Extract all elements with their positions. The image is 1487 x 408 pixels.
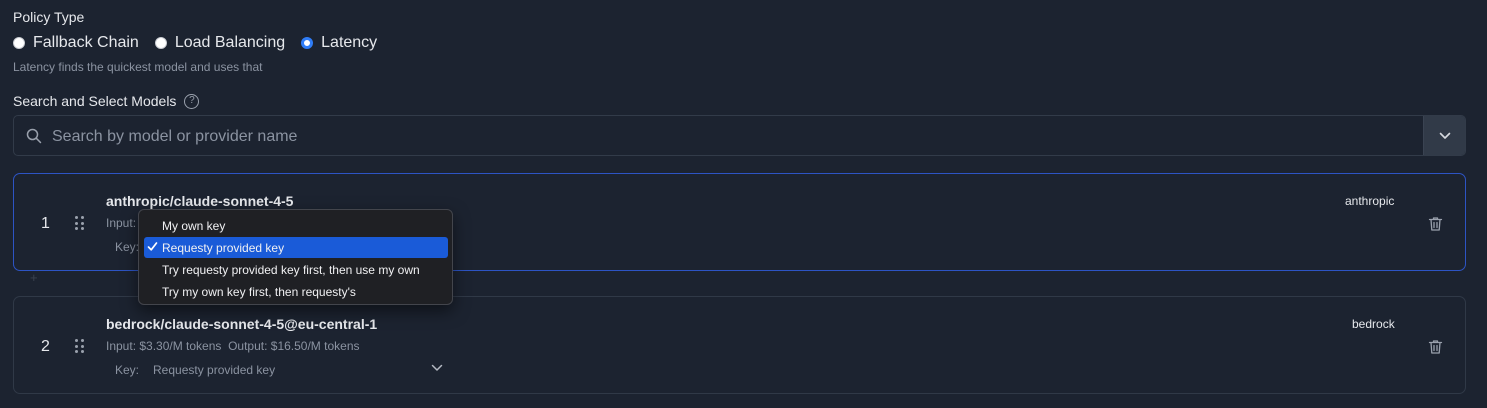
menu-item-label: Requesty provided key — [162, 240, 285, 255]
models-section-label: Search and Select Models — [13, 93, 177, 109]
menu-item-my-own-key[interactable]: My own key — [144, 215, 448, 236]
trash-icon[interactable] — [1428, 216, 1443, 232]
policy-type-label: Policy Type — [13, 9, 85, 25]
chevron-down-icon — [1439, 132, 1450, 139]
menu-item-label: Try requesty provided key first, then us… — [162, 262, 420, 277]
radio-label: Latency — [321, 34, 378, 51]
model-card[interactable]: 2 bedrock/claude-sonnet-4-5@eu-central-1… — [13, 296, 1466, 394]
checkmark-icon — [147, 242, 158, 251]
drag-handle-icon[interactable] — [75, 216, 85, 230]
provider-name: anthropic — [1345, 194, 1395, 208]
key-label: Key: — [115, 240, 140, 254]
search-icon — [26, 128, 42, 144]
key-row: Key: — [115, 240, 139, 254]
menu-item-label: My own key — [162, 218, 226, 233]
key-label: Key: — [115, 363, 140, 377]
model-name: anthropic/claude-sonnet-4-5 — [106, 193, 294, 209]
key-dropdown-menu: My own key Requesty provided key Try req… — [138, 209, 453, 305]
policy-hint: Latency finds the quickest model and use… — [13, 60, 263, 74]
model-rank: 2 — [41, 338, 50, 355]
model-search-box — [13, 115, 1466, 157]
menu-item-label: Try my own key first, then requesty's — [162, 284, 356, 299]
provider-name: bedrock — [1352, 317, 1395, 331]
key-select-value: Requesty provided key — [153, 363, 276, 377]
model-name: bedrock/claude-sonnet-4-5@eu-central-1 — [106, 316, 378, 332]
radio-load-balancing[interactable]: Load Balancing — [154, 34, 286, 52]
radio-circle[interactable] — [13, 37, 25, 49]
question-circle-icon[interactable]: ? — [184, 93, 200, 109]
model-search-input[interactable] — [50, 116, 1424, 157]
policy-type-radio-group: Fallback Chain Load Balancing Latency — [13, 34, 393, 52]
model-pricing: Input: — [106, 216, 137, 230]
radio-fallback-chain[interactable]: Fallback Chain — [13, 34, 139, 52]
menu-item-requesty-key[interactable]: Requesty provided key — [144, 237, 448, 258]
drag-handle-icon[interactable] — [75, 339, 85, 353]
search-dropdown-button[interactable] — [1423, 116, 1465, 155]
models-section-header: Search and Select Models ? — [13, 93, 200, 109]
key-select[interactable]: Requesty provided key — [153, 363, 443, 377]
menu-item-own-then-requesty[interactable]: Try my own key first, then requesty's — [144, 281, 448, 302]
trash-icon[interactable] — [1428, 339, 1443, 355]
menu-item-requesty-then-own[interactable]: Try requesty provided key first, then us… — [144, 259, 448, 280]
model-rank: 1 — [41, 215, 50, 232]
model-pricing: Input: $3.30/M tokens Output: $16.50/M t… — [106, 339, 360, 353]
radio-circle-selected[interactable] — [301, 37, 314, 49]
key-row: Key: Requesty provided key — [115, 363, 443, 377]
chevron-down-icon — [431, 364, 443, 371]
radio-circle[interactable] — [154, 37, 167, 49]
radio-label: Fallback Chain — [33, 34, 139, 51]
radio-label: Load Balancing — [174, 34, 286, 51]
radio-latency[interactable]: Latency — [301, 34, 377, 52]
add-model-plus[interactable]: + — [30, 270, 38, 285]
